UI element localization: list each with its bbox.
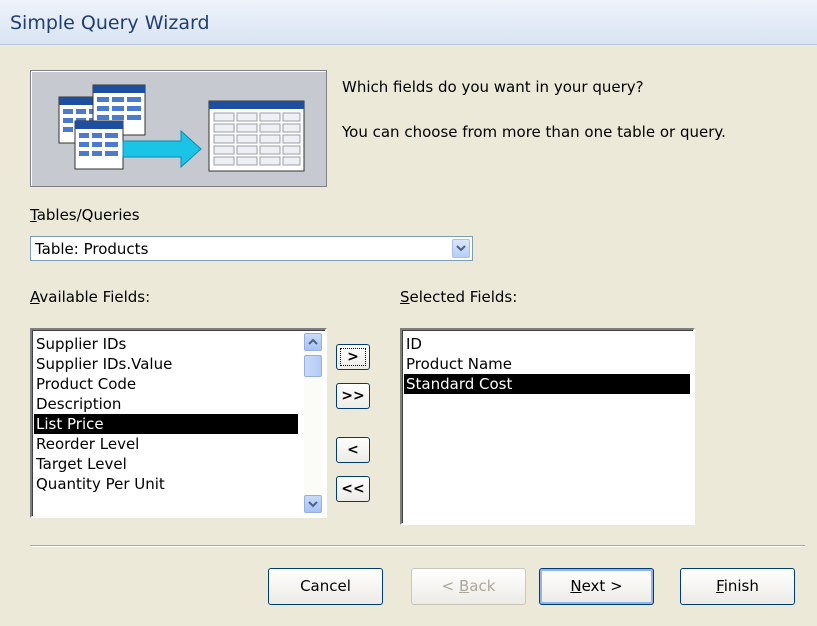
dropdown-button[interactable] (452, 239, 470, 258)
tables-label-accesskey: T (30, 206, 37, 224)
list-item[interactable]: Supplier IDs.Value (34, 354, 172, 374)
add-field-button[interactable]: > (336, 344, 370, 370)
back-prefix: < (441, 577, 459, 595)
cancel-button[interactable]: Cancel (268, 568, 383, 605)
tables-queries-label: Tables/Queries (30, 206, 140, 224)
selected-label-rest: elected Fields: (409, 288, 518, 306)
list-item[interactable]: Description (34, 394, 121, 414)
list-item[interactable]: Target Level (34, 454, 127, 474)
finish-button[interactable]: Finish (680, 568, 795, 605)
list-item[interactable]: Product Name (404, 354, 512, 374)
window-title: Simple Query Wizard (10, 12, 210, 34)
list-item[interactable]: Reorder Level (34, 434, 139, 454)
selected-label-accesskey: S (400, 288, 410, 306)
tables-label-rest: ables/Queries (36, 206, 140, 224)
next-label: ext > (581, 577, 623, 595)
list-item[interactable]: ID (404, 334, 422, 354)
list-item-selected[interactable]: List Price (34, 414, 298, 434)
remove-field-button[interactable]: < (336, 437, 370, 463)
tables-queries-dropdown[interactable]: Table: Products (30, 236, 473, 261)
back-label: ack (469, 577, 496, 595)
list-item[interactable]: Supplier IDs (34, 334, 126, 354)
available-label-accesskey: A (30, 288, 40, 306)
scroll-up-button[interactable] (304, 333, 322, 351)
titlebar: Simple Query Wizard (0, 0, 817, 45)
tables-queries-value: Table: Products (35, 240, 149, 258)
chevron-down-icon (308, 501, 318, 508)
chevron-up-icon (308, 338, 318, 345)
available-fields-list[interactable]: Supplier IDs Supplier IDs.Value Product … (30, 328, 327, 518)
footer-divider (30, 545, 805, 547)
prompt-heading: Which fields do you want in your query? (342, 78, 644, 96)
finish-accesskey: F (716, 577, 724, 595)
add-all-fields-button[interactable]: >> (336, 383, 370, 409)
list-item[interactable]: Quantity Per Unit (34, 474, 165, 494)
prompt-subtext: You can choose from more than one table … (342, 123, 726, 141)
next-button[interactable]: Next > (539, 568, 654, 605)
list-item-selected[interactable]: Standard Cost (404, 374, 690, 394)
back-button[interactable]: < Back (411, 568, 526, 605)
scroll-thumb[interactable] (304, 355, 322, 377)
wizard-illustration (30, 70, 327, 187)
list-item[interactable]: Product Code (34, 374, 136, 394)
chevron-down-icon (456, 245, 466, 252)
selected-fields-list[interactable]: ID Product Name Standard Cost (400, 328, 695, 525)
available-label-rest: vailable Fields: (39, 288, 151, 306)
available-fields-scrollbar[interactable] (304, 333, 322, 513)
next-accesskey: N (570, 577, 582, 595)
remove-all-fields-button[interactable]: << (336, 476, 370, 502)
back-accesskey: B (458, 577, 470, 595)
finish-label: inish (723, 577, 759, 595)
tables-to-query-icon (58, 84, 305, 172)
selected-fields-label: Selected Fields: (400, 288, 517, 306)
scroll-down-button[interactable] (304, 495, 322, 513)
available-fields-label: Available Fields: (30, 288, 150, 306)
